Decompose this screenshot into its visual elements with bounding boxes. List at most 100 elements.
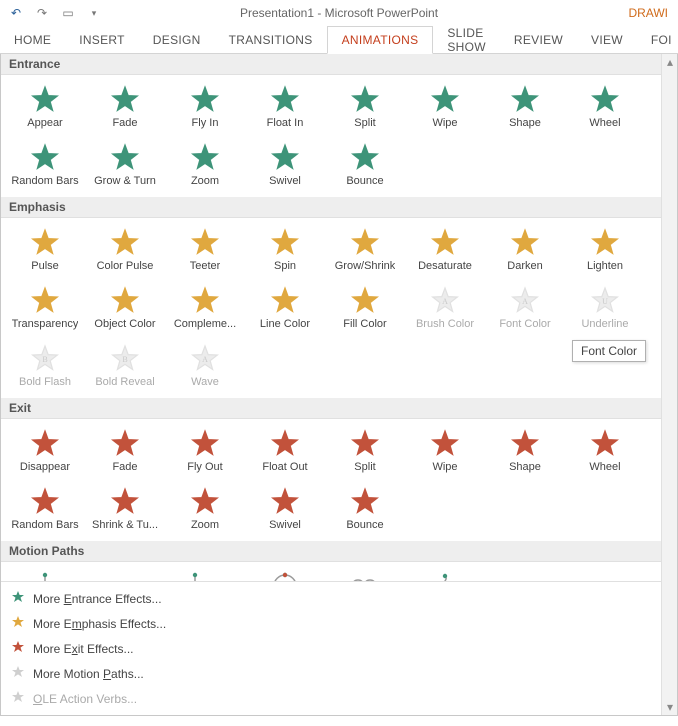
anim-label: Shape	[509, 461, 541, 473]
anim-label: Split	[354, 461, 375, 473]
anim-label: Bounce	[346, 175, 383, 187]
footer-link-label: More Exit Effects...	[33, 642, 134, 656]
ribbon-tabs: HOMEINSERTDESIGNTRANSITIONSANIMATIONSSLI…	[0, 26, 678, 54]
anim-emphasis-desaturate[interactable]: Desaturate	[405, 222, 485, 280]
anim-entrance-bounce[interactable]: Bounce	[325, 137, 405, 195]
redo-icon[interactable]: ↷	[32, 3, 52, 23]
anim-emphasis-spin[interactable]: Spin	[245, 222, 325, 280]
anim-exit-bounce[interactable]: Bounce	[325, 481, 405, 539]
motion-path-shapes[interactable]: Shapes	[245, 566, 325, 581]
ribbon-tab-design[interactable]: DESIGN	[139, 26, 215, 53]
anim-emphasis-color-pulse[interactable]: Color Pulse	[85, 222, 165, 280]
anim-label: Wipe	[432, 117, 457, 129]
anim-emphasis-line-color[interactable]: Line Color	[245, 280, 325, 338]
anim-emphasis-brush-color: ABrush Color	[405, 280, 485, 338]
anim-label: Underline	[581, 318, 628, 330]
svg-text:U: U	[602, 297, 608, 306]
anim-emphasis-grow-shrink[interactable]: Grow/Shrink	[325, 222, 405, 280]
anim-label: Disappear	[20, 461, 70, 473]
anim-entrance-random-bars[interactable]: Random Bars	[5, 137, 85, 195]
anim-entrance-wipe[interactable]: Wipe	[405, 79, 485, 137]
anim-exit-fly-out[interactable]: Fly Out	[165, 423, 245, 481]
motion-path-loops[interactable]: Loops	[325, 566, 405, 581]
anim-emphasis-fill-color[interactable]: Fill Color	[325, 280, 405, 338]
ribbon-tab-home[interactable]: HOME	[0, 26, 65, 53]
anim-exit-random-bars[interactable]: Random Bars	[5, 481, 85, 539]
anim-exit-wheel[interactable]: Wheel	[565, 423, 645, 481]
anim-exit-fade[interactable]: Fade	[85, 423, 165, 481]
anim-label: Object Color	[94, 318, 155, 330]
anim-exit-wipe[interactable]: Wipe	[405, 423, 485, 481]
ribbon-tab-review[interactable]: REVIEW	[500, 26, 577, 53]
items-grid-entrance: AppearFade Fly In Float InSplit Wipe Shape Wh…	[1, 75, 661, 197]
motion-path-arcs[interactable]: Arcs	[85, 566, 165, 581]
anim-exit-split[interactable]: Split	[325, 423, 405, 481]
anim-entrance-swivel[interactable]: Swivel	[245, 137, 325, 195]
contextual-tab-drawing[interactable]: DRAWI	[622, 0, 674, 26]
anim-emphasis-teeter[interactable]: Teeter	[165, 222, 245, 280]
qat-dropdown-icon[interactable]: ▾	[84, 3, 104, 23]
ribbon-tab-animations[interactable]: ANIMATIONS	[327, 26, 434, 54]
title-bar: ↶ ↷ ▭ ▾ Presentation1 - Microsoft PowerP…	[0, 0, 678, 26]
ribbon-tab-view[interactable]: VIEW	[577, 26, 637, 53]
anim-label: Random Bars	[11, 175, 78, 187]
anim-entrance-split[interactable]: Split	[325, 79, 405, 137]
anim-exit-zoom[interactable]: Zoom	[165, 481, 245, 539]
anim-exit-disappear[interactable]: Disappear	[5, 423, 85, 481]
anim-exit-shrink-tu[interactable]: Shrink & Tu...	[85, 481, 165, 539]
undo-icon[interactable]: ↶	[6, 3, 26, 23]
footer-link-label: More Motion Paths...	[33, 667, 144, 681]
ribbon-tab-foi[interactable]: FOI	[637, 26, 678, 53]
anim-label: Grow/Shrink	[335, 260, 396, 272]
gallery-scrollbar[interactable]: ▴ ▾	[661, 54, 677, 715]
anim-label: Fly In	[192, 117, 219, 129]
anim-label: Swivel	[269, 519, 301, 531]
svg-text:A: A	[522, 297, 528, 306]
footer-link-motion[interactable]: More Motion Paths...	[1, 661, 661, 686]
anim-emphasis-object-color[interactable]: Object Color	[85, 280, 165, 338]
anim-emphasis-darken[interactable]: Darken	[485, 222, 565, 280]
anim-entrance-float-in[interactable]: Float In	[245, 79, 325, 137]
ribbon-tab-slide-show[interactable]: SLIDE SHOW	[433, 26, 500, 53]
anim-emphasis-lighten[interactable]: Lighten	[565, 222, 645, 280]
anim-label: Random Bars	[11, 519, 78, 531]
anim-label: Bold Flash	[19, 376, 71, 388]
anim-entrance-appear[interactable]: Appear	[5, 79, 85, 137]
anim-exit-float-out[interactable]: Float Out	[245, 423, 325, 481]
anim-exit-swivel[interactable]: Swivel	[245, 481, 325, 539]
anim-emphasis-wave: AWave	[165, 338, 245, 396]
anim-exit-shape[interactable]: Shape	[485, 423, 565, 481]
motion-path-custom-path[interactable]: Custom Path	[405, 566, 485, 581]
anim-label: Pulse	[31, 260, 59, 272]
anim-emphasis-transparency[interactable]: Transparency	[5, 280, 85, 338]
footer-link-ole: OLE Action Verbs...	[1, 686, 661, 711]
footer-link-emphasis[interactable]: More Emphasis Effects...	[1, 611, 661, 636]
anim-entrance-wheel[interactable]: Wheel	[565, 79, 645, 137]
ribbon-tab-insert[interactable]: INSERT	[65, 26, 139, 53]
scroll-up-icon[interactable]: ▴	[662, 54, 678, 70]
anim-emphasis-bold-flash: BBold Flash	[5, 338, 85, 396]
anim-emphasis-pulse[interactable]: Pulse	[5, 222, 85, 280]
star-icon	[11, 640, 25, 657]
anim-entrance-zoom[interactable]: Zoom	[165, 137, 245, 195]
anim-entrance-fly-in[interactable]: Fly In	[165, 79, 245, 137]
anim-label: Line Color	[260, 318, 310, 330]
star-icon	[11, 615, 25, 632]
anim-emphasis-compleme[interactable]: Compleme...	[165, 280, 245, 338]
anim-label: Bold Reveal	[95, 376, 154, 388]
anim-label: Grow & Turn	[94, 175, 156, 187]
footer-link-exit[interactable]: More Exit Effects...	[1, 636, 661, 661]
motion-path-turns[interactable]: Turns	[165, 566, 245, 581]
scroll-down-icon[interactable]: ▾	[662, 699, 678, 715]
anim-entrance-grow-turn[interactable]: Grow & Turn	[85, 137, 165, 195]
anim-label: Zoom	[191, 175, 219, 187]
anim-label: Shape	[509, 117, 541, 129]
anim-entrance-shape[interactable]: Shape	[485, 79, 565, 137]
anim-entrance-fade[interactable]: Fade	[85, 79, 165, 137]
footer-link-entrance[interactable]: More Entrance Effects...	[1, 586, 661, 611]
motion-path-lines[interactable]: Lines	[5, 566, 85, 581]
start-from-beginning-icon[interactable]: ▭	[58, 3, 78, 23]
anim-label: Color Pulse	[97, 260, 154, 272]
anim-label: Swivel	[269, 175, 301, 187]
ribbon-tab-transitions[interactable]: TRANSITIONS	[215, 26, 327, 53]
